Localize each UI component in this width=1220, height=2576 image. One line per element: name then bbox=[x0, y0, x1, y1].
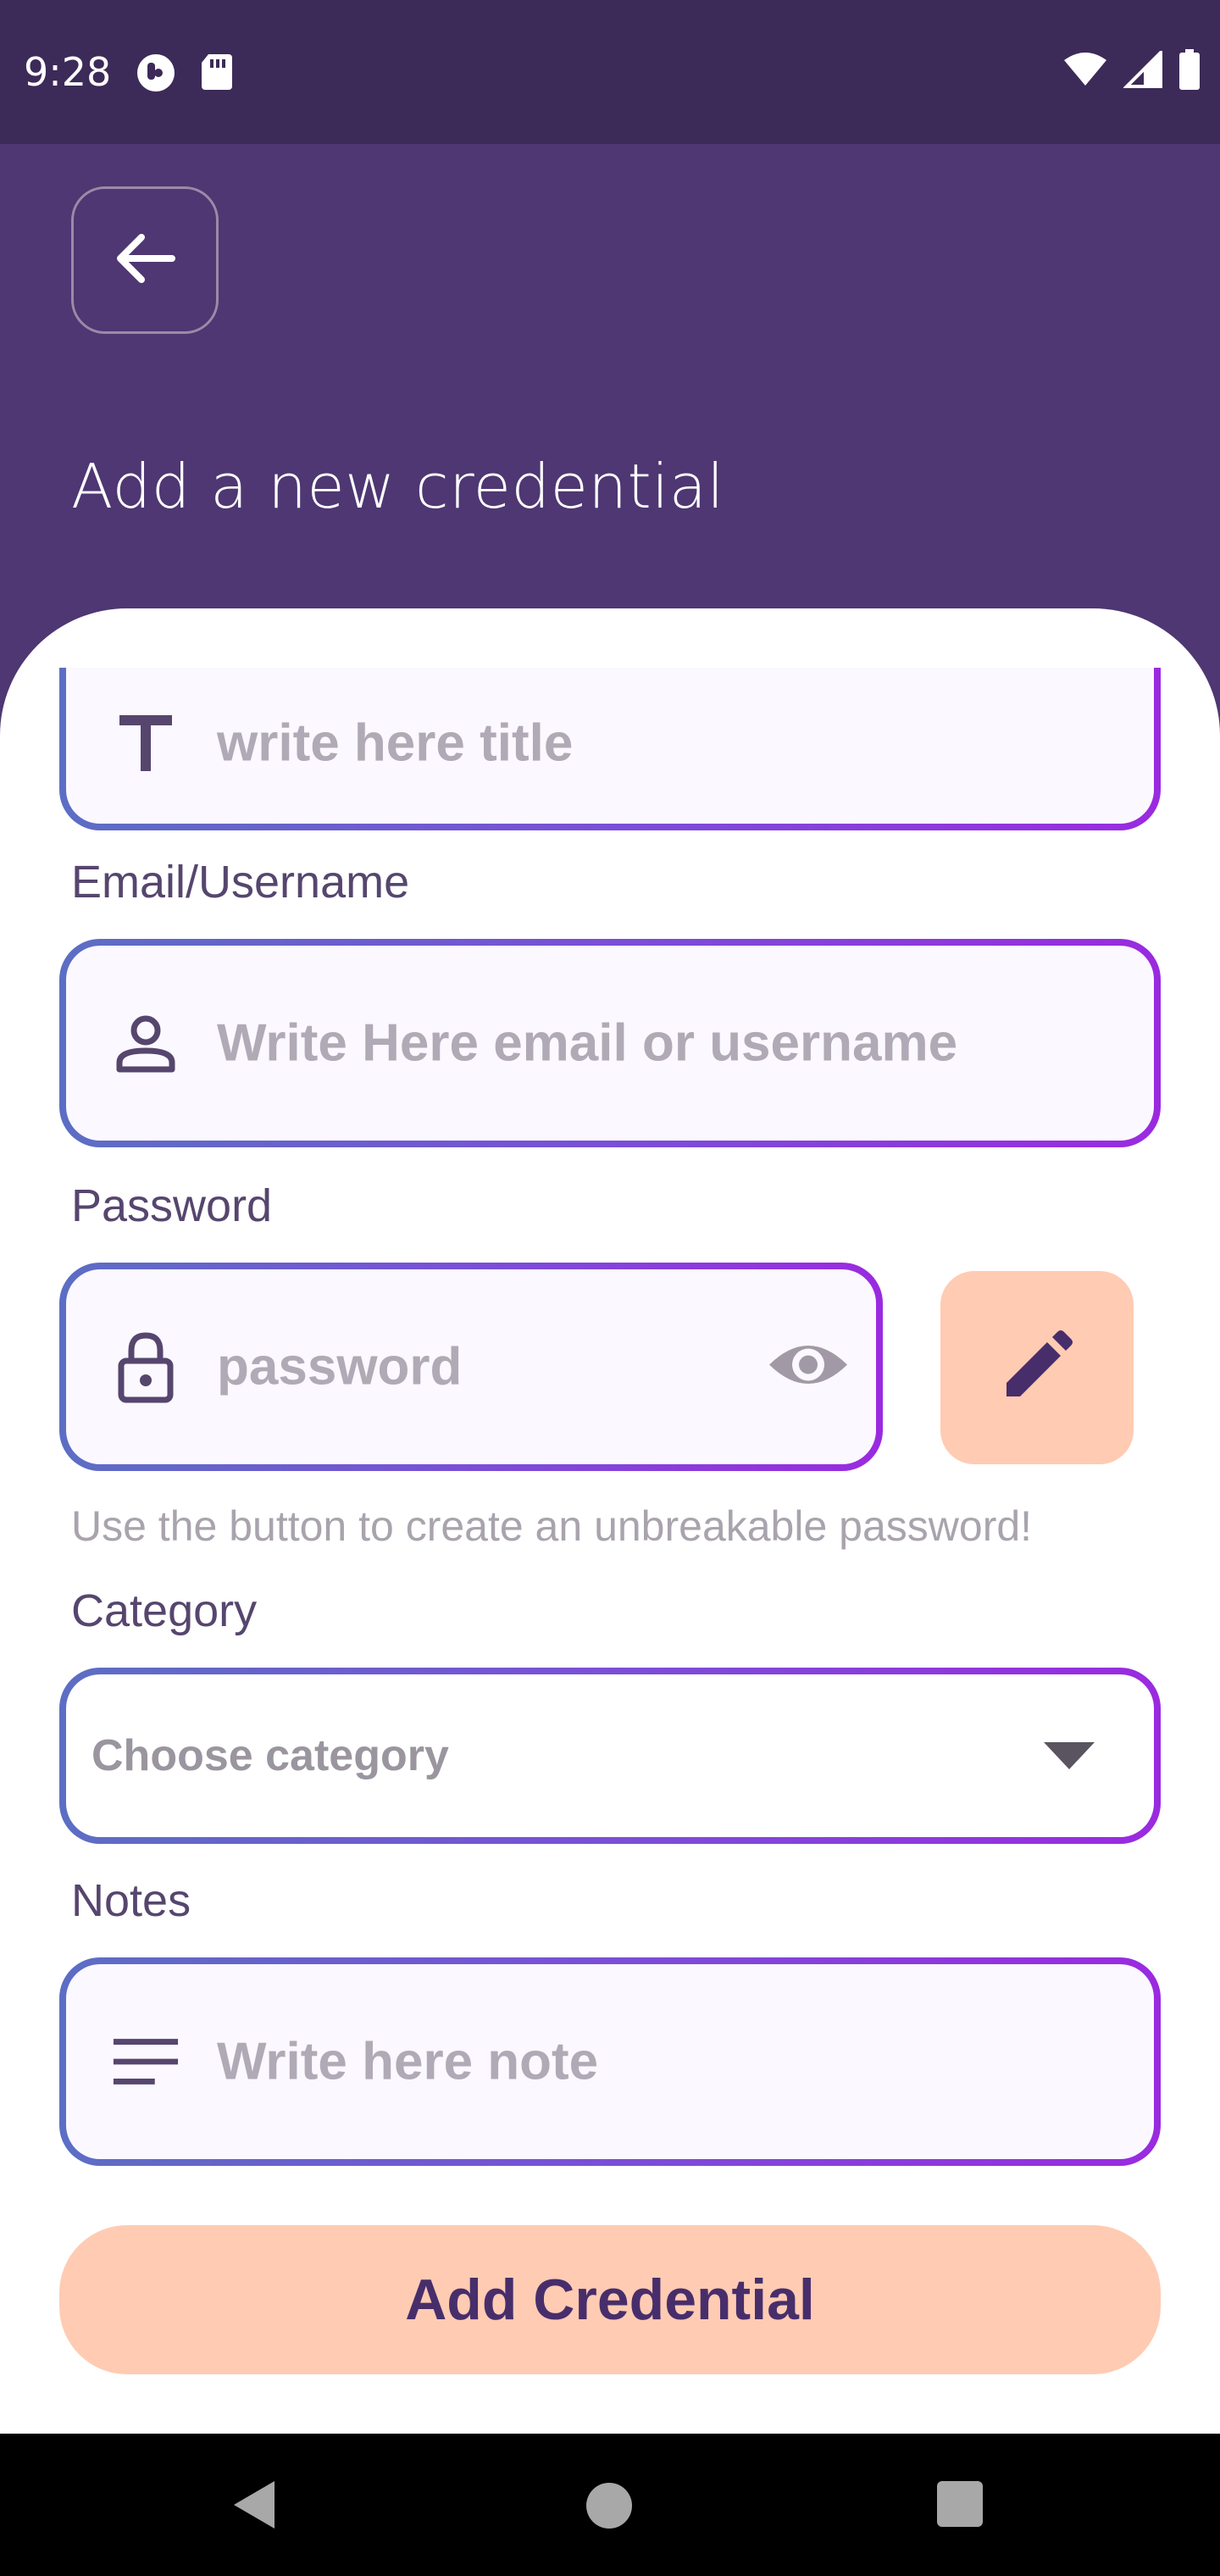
nav-home-icon[interactable] bbox=[586, 2483, 632, 2529]
header: Add a new credential bbox=[0, 144, 1220, 619]
page-title: Add a new credential bbox=[71, 451, 724, 522]
cell-signal-icon bbox=[1123, 48, 1162, 92]
status-bar: 9:28 bbox=[0, 0, 1220, 144]
arrow-left-icon bbox=[111, 229, 179, 292]
nav-recents-icon[interactable] bbox=[937, 2481, 983, 2527]
nav-back-icon[interactable] bbox=[230, 2478, 278, 2536]
form-sheet: write here title Email/Username Write He… bbox=[0, 608, 1220, 2434]
add-credential-button[interactable]: Add Credential bbox=[59, 2225, 1161, 2374]
person-icon bbox=[112, 1009, 180, 1077]
wifi-icon bbox=[1062, 52, 1108, 92]
password-helper-text: Use the button to create an unbreakable … bbox=[71, 1502, 1033, 1550]
notes-field[interactable]: Write here note bbox=[59, 1957, 1161, 2166]
category-select-value: Choose category bbox=[92, 1731, 449, 1780]
title-input[interactable]: write here title bbox=[217, 713, 573, 774]
notes-lines-icon bbox=[112, 2028, 180, 2096]
back-button[interactable] bbox=[71, 186, 219, 334]
form-scroll-area[interactable]: write here title Email/Username Write He… bbox=[0, 668, 1220, 2434]
status-right-icons bbox=[1062, 48, 1201, 94]
category-label: Category bbox=[71, 1585, 258, 1636]
sd-card-icon bbox=[200, 53, 234, 97]
text-t-icon bbox=[112, 709, 180, 777]
eye-icon[interactable] bbox=[766, 1335, 851, 1399]
status-left-icons bbox=[136, 53, 234, 97]
password-label: Password bbox=[71, 1180, 273, 1231]
title-field[interactable]: write here title bbox=[59, 668, 1161, 830]
battery-icon bbox=[1178, 49, 1201, 94]
ring-icon bbox=[136, 53, 176, 97]
email-field[interactable]: Write Here email or username bbox=[59, 939, 1161, 1147]
notes-label: Notes bbox=[71, 1875, 191, 1926]
lock-icon bbox=[112, 1332, 180, 1403]
navigation-bar bbox=[0, 2434, 1220, 2576]
email-input[interactable]: Write Here email or username bbox=[217, 1013, 957, 1074]
pencil-icon bbox=[1001, 1330, 1073, 1406]
caret-down-icon[interactable] bbox=[1044, 1742, 1095, 1769]
category-select[interactable]: Choose category bbox=[59, 1668, 1161, 1844]
status-time: 9:28 bbox=[24, 49, 112, 95]
password-field[interactable]: password bbox=[59, 1263, 883, 1471]
notes-input[interactable]: Write here note bbox=[217, 2032, 598, 2092]
email-label: Email/Username bbox=[71, 857, 410, 908]
generate-password-button[interactable] bbox=[940, 1271, 1134, 1464]
password-input[interactable]: password bbox=[217, 1337, 462, 1397]
